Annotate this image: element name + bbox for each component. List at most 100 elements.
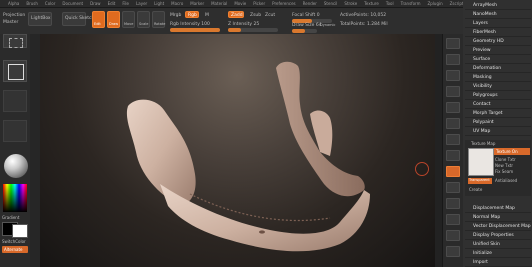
menu-item[interactable]: Layer [136, 1, 147, 6]
palette-item[interactable]: UV Map [465, 127, 531, 136]
menu-item[interactable]: Preferences [272, 1, 296, 6]
transparent-button[interactable]: Transparent [468, 178, 492, 184]
palette-item[interactable]: Geometry HD [465, 37, 531, 46]
menu-item[interactable]: Stroke [344, 1, 357, 6]
menu-item[interactable]: Stencil [324, 1, 338, 6]
view-tool-button[interactable] [446, 198, 460, 209]
draw-size-slider[interactable] [292, 29, 317, 33]
mrgb-button[interactable]: Mrgb [170, 13, 181, 18]
palette-item[interactable]: Import [465, 258, 531, 267]
view-tool-button[interactable] [446, 70, 460, 81]
menu-item[interactable]: Zplugin [428, 1, 443, 6]
menu-item[interactable]: Brush [26, 1, 38, 6]
view-tool-button[interactable] [446, 102, 460, 113]
palette-item[interactable]: Preview [465, 46, 531, 55]
menu-item[interactable]: Material [211, 1, 227, 6]
palette-item[interactable]: Vector Displacement Map [465, 222, 531, 231]
material-thumbnail[interactable] [3, 152, 28, 182]
zcut-button[interactable]: Zcut [265, 13, 275, 18]
color-swatches[interactable] [2, 222, 28, 238]
rotate-button[interactable]: Rotate [152, 11, 165, 28]
menu-item[interactable]: Tool [386, 1, 394, 6]
alpha-thumbnail[interactable] [3, 90, 27, 112]
alternate-button[interactable]: Alternate [2, 246, 28, 253]
clone-txtr-button[interactable]: Clone Txtr [495, 157, 516, 162]
view-tool-button[interactable] [446, 150, 460, 161]
z-intensity-slider[interactable] [228, 28, 278, 32]
new-txtr-button[interactable]: New Txtr [495, 163, 513, 168]
view-tool-button[interactable] [446, 118, 460, 129]
right-tray-strip[interactable] [435, 34, 442, 267]
view-tool-button[interactable] [446, 246, 460, 257]
left-tray-strip[interactable] [30, 34, 40, 267]
fix-seam-button[interactable]: Fix Seam [495, 169, 513, 174]
view-tool-button[interactable] [446, 230, 460, 241]
menu-item[interactable]: Document [62, 1, 83, 6]
view-tool-button[interactable] [446, 166, 460, 177]
palette-item[interactable]: Masking [465, 73, 531, 82]
brush-thumbnail[interactable] [3, 34, 27, 48]
scale-button[interactable]: Scale [137, 11, 150, 28]
palette-item[interactable]: Contact [465, 100, 531, 109]
menu-item[interactable]: Light [154, 1, 164, 6]
create-button[interactable]: Create [469, 187, 482, 192]
menu-item[interactable]: Movie [234, 1, 246, 6]
palette-item[interactable]: Deformation [465, 64, 531, 73]
zsub-button[interactable]: Zsub [250, 13, 261, 18]
menu-item[interactable]: File [122, 1, 129, 6]
view-tool-button[interactable] [446, 86, 460, 97]
move-button[interactable]: Move [122, 11, 135, 28]
canvas-viewport[interactable] [40, 34, 435, 267]
quick-sketch-button[interactable]: Quick Sketch [62, 12, 94, 26]
texture-thumbnail[interactable] [3, 120, 27, 142]
palette-item[interactable]: Morph Target [465, 109, 531, 118]
view-tool-button[interactable] [446, 134, 460, 145]
palette-item[interactable]: Polygroups [465, 91, 531, 100]
menu-item[interactable]: Picker [253, 1, 265, 6]
dynamic-button[interactable]: Dynamic [320, 23, 335, 27]
rgb-intensity-slider[interactable] [170, 28, 220, 32]
draw-button[interactable]: Draw [107, 11, 120, 28]
switch-color-button[interactable]: SwitchColor [2, 239, 26, 244]
menu-item[interactable]: Marker [190, 1, 204, 6]
edit-button[interactable]: Edit [92, 11, 105, 28]
palette-item[interactable]: Display Properties [465, 231, 531, 240]
m-button[interactable]: M [205, 13, 209, 18]
menu-item[interactable]: Texture [364, 1, 379, 6]
gradient-label[interactable]: Gradient [2, 215, 19, 220]
zadd-button[interactable]: Zadd [228, 11, 244, 18]
projection-master-button[interactable]: Projection [3, 13, 25, 18]
main-color-swatch[interactable] [12, 224, 28, 238]
menu-item[interactable]: Macro [171, 1, 183, 6]
palette-item[interactable]: NanoMesh [465, 10, 531, 19]
stroke-thumbnail[interactable] [3, 60, 27, 82]
menu-item[interactable]: Draw [90, 1, 100, 6]
menu-item[interactable]: Color [45, 1, 55, 6]
palette-item[interactable]: Normal Map [465, 213, 531, 222]
palette-item[interactable]: FiberMesh [465, 28, 531, 37]
menu-item[interactable]: Transform [401, 1, 421, 6]
palette-item[interactable]: ArrayMesh [465, 1, 531, 10]
view-tool-button[interactable] [446, 38, 460, 49]
texture-thumbnail[interactable] [468, 148, 494, 176]
palette-item[interactable]: Surface [465, 55, 531, 64]
menu-item[interactable]: Render [303, 1, 317, 6]
antialiased-button[interactable]: Antialiased [495, 178, 517, 183]
menu-item[interactable]: Alpha [8, 1, 19, 6]
texture-on-button[interactable]: Texture On [494, 148, 530, 155]
menu-item[interactable]: Edit [108, 1, 116, 6]
view-tool-button[interactable] [446, 214, 460, 225]
lightbox-button[interactable]: LightBox [28, 12, 52, 26]
color-picker[interactable] [3, 184, 27, 212]
palette-item[interactable]: Initialize [465, 249, 531, 258]
menu-item[interactable]: Zscript [450, 1, 464, 6]
palette-item[interactable]: Polypaint [465, 118, 531, 127]
rgb-button[interactable]: Rgb [185, 11, 199, 18]
view-tool-button[interactable] [446, 54, 460, 65]
palette-item[interactable]: Layers [465, 19, 531, 28]
texture-map-label[interactable]: Texture Map [471, 141, 495, 146]
palette-item[interactable]: Visibility [465, 82, 531, 91]
view-tool-button[interactable] [446, 182, 460, 193]
palette-item[interactable]: Unified Skin [465, 240, 531, 249]
palette-item[interactable]: Displacement Map [465, 204, 531, 213]
